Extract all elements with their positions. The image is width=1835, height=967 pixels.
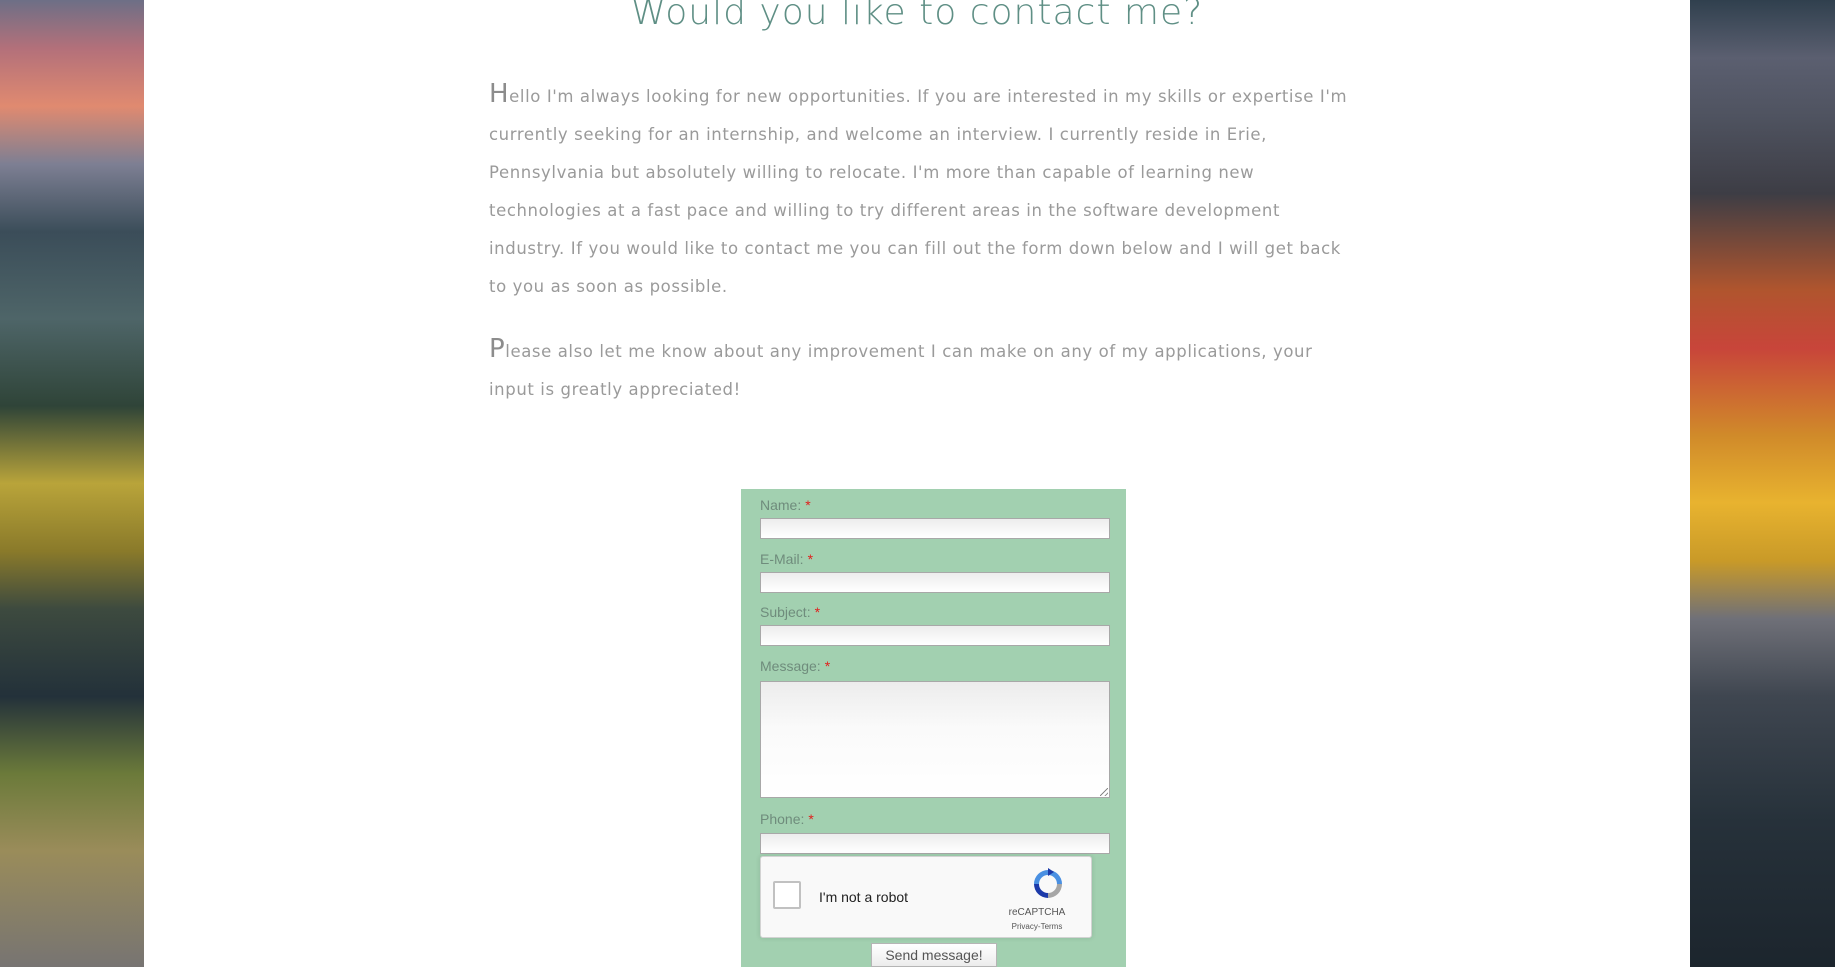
- message-label: Message: *: [760, 658, 830, 674]
- recaptcha-icon: [1034, 868, 1062, 898]
- feedback-paragraph-text: lease also let me know about any improve…: [489, 342, 1313, 399]
- message-field[interactable]: [760, 681, 1110, 798]
- feedback-paragraph: Please also let me know about any improv…: [489, 330, 1349, 409]
- subject-label-text: Subject:: [760, 604, 811, 620]
- name-label: Name: *: [760, 497, 811, 513]
- background-left-panel: [0, 0, 144, 967]
- recaptcha-checkbox[interactable]: [773, 881, 801, 909]
- contact-form: Name: * E-Mail: * Subject: * Message: * Phon…: [741, 489, 1126, 967]
- subject-field[interactable]: [760, 625, 1110, 646]
- message-label-text: Message:: [760, 658, 821, 674]
- page-title: Would you like to contact me?: [630, 0, 1204, 33]
- send-message-button[interactable]: Send message!: [871, 943, 997, 967]
- email-label-text: E-Mail:: [760, 551, 804, 567]
- subject-label: Subject: *: [760, 604, 820, 620]
- phone-label-text: Phone:: [760, 811, 805, 827]
- recaptcha-widget: I'm not a robot reCAPTCHA Privacy-Terms: [760, 856, 1092, 938]
- recaptcha-brand: reCAPTCHA: [1008, 907, 1066, 918]
- email-label: E-Mail: *: [760, 551, 813, 567]
- required-marker: *: [808, 811, 814, 827]
- intro-paragraph: Hello I'm always looking for new opportu…: [489, 75, 1349, 306]
- recaptcha-label: I'm not a robot: [819, 889, 909, 905]
- background-right-panel: [1690, 0, 1835, 967]
- required-marker: *: [805, 497, 811, 513]
- name-label-text: Name:: [760, 497, 802, 513]
- required-marker: *: [807, 551, 814, 567]
- required-marker: *: [824, 658, 831, 674]
- email-field[interactable]: [760, 572, 1110, 593]
- phone-label: Phone: *: [760, 811, 814, 827]
- recaptcha-privacy-link[interactable]: Privacy: [1012, 922, 1038, 931]
- required-marker: *: [814, 604, 821, 620]
- intro-paragraph-initial: H: [489, 79, 510, 109]
- feedback-paragraph-initial: P: [489, 334, 506, 364]
- recaptcha-links: Privacy-Terms: [997, 922, 1077, 931]
- resize-handle-icon[interactable]: [1100, 788, 1108, 796]
- phone-field[interactable]: [760, 833, 1110, 854]
- intro-paragraph-text: ello I'm always looking for new opportun…: [489, 87, 1348, 296]
- name-field[interactable]: [760, 518, 1110, 539]
- content-panel: Would you like to contact me? Hello I'm …: [144, 0, 1690, 967]
- recaptcha-terms-link[interactable]: Terms: [1041, 922, 1063, 931]
